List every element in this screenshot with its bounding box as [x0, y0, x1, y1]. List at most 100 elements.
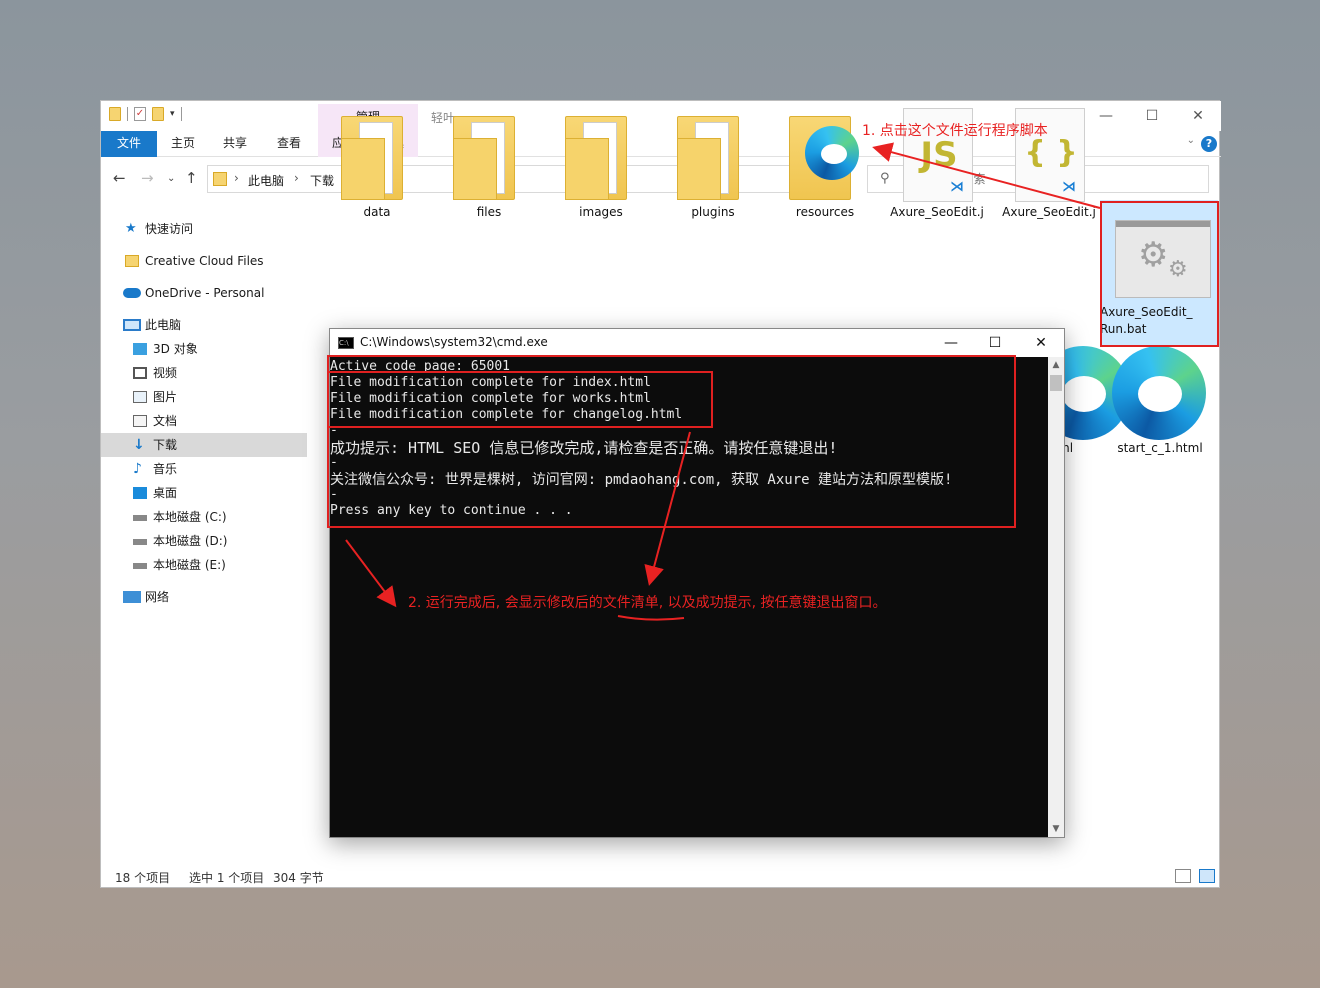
nav-drive-e[interactable]: 本地磁盘 (E:): [101, 553, 307, 577]
minimize-button[interactable]: —: [928, 332, 974, 354]
close-button[interactable]: ✕: [1018, 332, 1064, 354]
cmd-icon: C:\: [338, 337, 354, 349]
folder-icon[interactable]: [109, 107, 121, 121]
tab-view[interactable]: 查看: [265, 131, 313, 157]
nav-quick-access[interactable]: ★ 快速访问: [101, 217, 307, 241]
tab-file[interactable]: 文件: [101, 131, 157, 157]
video-icon: [133, 367, 147, 379]
picture-icon: [133, 391, 147, 403]
folder-front: [453, 138, 497, 200]
nav-label: 下载: [153, 438, 178, 452]
file-label: plugins: [691, 205, 735, 219]
highlight-box-bat: [1100, 201, 1219, 347]
drive-icon: [133, 539, 147, 545]
file-item-plugins[interactable]: plugins: [659, 108, 767, 228]
selected-size: 304 字节: [273, 871, 324, 885]
nav-network[interactable]: 网络: [101, 585, 307, 609]
star-icon: ★: [125, 221, 137, 236]
large-icons-view-button[interactable]: [1199, 869, 1215, 883]
cube-icon: [133, 343, 147, 355]
annotation-step2: 2. 运行完成后, 会显示修改后的文件清单, 以及成功提示, 按任意键退出窗口。: [408, 595, 887, 611]
highlight-box-file-list: [327, 371, 713, 428]
file-label: files: [476, 205, 502, 219]
close-button[interactable]: ✕: [1175, 105, 1221, 127]
creative-cloud-folder-icon: [125, 255, 139, 267]
details-view-button[interactable]: [1175, 869, 1191, 883]
breadcrumb-separator: ›: [294, 171, 299, 185]
new-folder-icon[interactable]: [152, 107, 164, 121]
breadcrumb-separator: ›: [234, 171, 239, 185]
nav-label: OneDrive - Personal: [145, 286, 265, 300]
music-note-icon: ♪: [133, 461, 142, 477]
file-label: Axure_SeoEdit.j: [890, 205, 984, 219]
tab-home[interactable]: 主页: [159, 131, 207, 157]
vscode-icon: ⋊: [1062, 179, 1076, 195]
help-button[interactable]: ?: [1201, 136, 1217, 152]
nav-downloads[interactable]: ↓ 下载: [101, 433, 307, 457]
nav-onedrive[interactable]: OneDrive - Personal: [101, 281, 307, 305]
nav-label: 网络: [145, 590, 170, 604]
nav-label: 3D 对象: [153, 342, 198, 356]
cloud-icon: [123, 288, 141, 298]
folder-front: [341, 138, 385, 200]
nav-label: 图片: [153, 390, 178, 404]
edge-icon: [805, 126, 859, 180]
desktop-icon: [133, 487, 147, 499]
document-icon: [133, 415, 147, 427]
tab-share[interactable]: 共享: [211, 131, 259, 157]
forward-arrow-icon[interactable]: →: [141, 169, 154, 187]
file-label: images: [579, 205, 623, 219]
nav-drive-d[interactable]: 本地磁盘 (D:): [101, 529, 307, 553]
maximize-button[interactable]: ☐: [1129, 105, 1175, 127]
nav-videos[interactable]: 视频: [101, 361, 307, 385]
file-item-images[interactable]: images: [547, 108, 655, 228]
nav-this-pc[interactable]: 此电脑: [101, 313, 307, 337]
nav-label: 本地磁盘 (E:): [153, 558, 226, 572]
file-label: start_c_1.html: [1117, 441, 1203, 455]
chevron-down-icon[interactable]: ▾: [170, 109, 175, 119]
nav-creative-cloud[interactable]: Creative Cloud Files: [101, 249, 307, 273]
folder-icon: [213, 172, 227, 186]
file-item-start-html[interactable]: start_c_1.html: [1106, 346, 1214, 466]
maximize-button[interactable]: ☐: [972, 332, 1018, 354]
annotation-step1: 1. 点击这个文件运行程序脚本: [862, 123, 1048, 139]
up-arrow-icon[interactable]: ↑: [185, 169, 198, 187]
cmd-scrollbar[interactable]: ▲ ▼: [1048, 357, 1064, 837]
computer-icon: [123, 319, 141, 331]
file-label: data: [363, 205, 391, 219]
scroll-down-icon[interactable]: ▼: [1048, 821, 1064, 837]
recent-dropdown-icon[interactable]: ⌄: [167, 173, 175, 184]
properties-icon[interactable]: ✓: [134, 107, 146, 121]
separator: [127, 107, 128, 121]
folder-front: [677, 138, 721, 200]
drive-icon: [133, 563, 147, 569]
file-item-files[interactable]: files: [435, 108, 543, 228]
item-count: 18 个项目: [115, 871, 171, 885]
network-icon: [123, 591, 141, 603]
nav-label: 音乐: [153, 462, 178, 476]
edge-icon: [1112, 346, 1206, 440]
file-label: Axure_SeoEdit.j: [1002, 205, 1096, 219]
status-bar: 18 个项目 选中 1 个项目 304 字节: [101, 867, 1221, 889]
quick-access-toolbar: ✓ ▾: [109, 107, 182, 121]
vscode-icon: ⋊: [950, 179, 964, 195]
scroll-thumb[interactable]: [1050, 375, 1062, 391]
js-glyph: JS: [920, 135, 958, 175]
nav-3d-objects[interactable]: 3D 对象: [101, 337, 307, 361]
expand-ribbon-icon[interactable]: ⌄: [1187, 135, 1195, 146]
scroll-up-icon[interactable]: ▲: [1048, 357, 1064, 373]
nav-pictures[interactable]: 图片: [101, 385, 307, 409]
breadcrumb-this-pc[interactable]: 此电脑: [248, 172, 284, 189]
back-arrow-icon[interactable]: ←: [113, 169, 126, 187]
braces-glyph: { }: [1024, 135, 1078, 170]
separator: [180, 107, 182, 121]
cmd-title-bar: C:\ C:\Windows\system32\cmd.exe — ☐ ✕: [330, 329, 1064, 357]
nav-label: 视频: [153, 366, 178, 380]
nav-label: 桌面: [153, 486, 178, 500]
nav-drive-c[interactable]: 本地磁盘 (C:): [101, 505, 307, 529]
nav-documents[interactable]: 文档: [101, 409, 307, 433]
nav-music[interactable]: ♪ 音乐: [101, 457, 307, 481]
file-item-data[interactable]: data: [323, 108, 431, 228]
nav-desktop[interactable]: 桌面: [101, 481, 307, 505]
nav-label: 文档: [153, 414, 178, 428]
